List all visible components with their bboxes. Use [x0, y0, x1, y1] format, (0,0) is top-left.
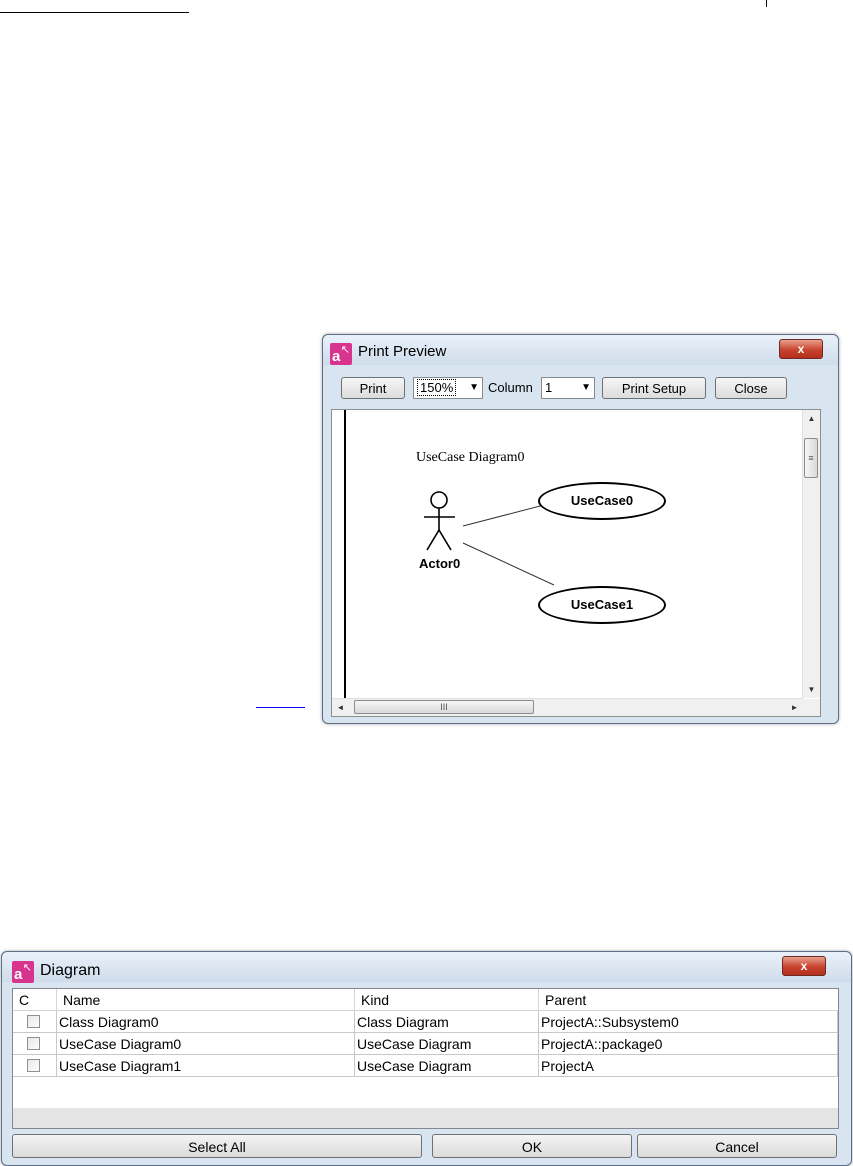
usecase-ellipse: UseCase1 — [538, 586, 666, 624]
window-title: Print Preview — [358, 343, 447, 360]
row-checkbox[interactable] — [27, 1059, 40, 1072]
table-row[interactable]: UseCase Diagram1 UseCase Diagram Project… — [13, 1055, 838, 1077]
print-button[interactable]: Print — [341, 377, 405, 399]
scroll-corner — [803, 699, 820, 716]
checkbox-cell — [13, 1033, 57, 1055]
print-preview-window: a ↖ Print Preview x Print 150% ▼ Column 1… — [322, 334, 839, 724]
preview-canvas[interactable]: UseCase Diagram0 Actor0 UseCase0 UseCase… — [331, 409, 821, 717]
table-row[interactable]: UseCase Diagram0 UseCase Diagram Project… — [13, 1033, 838, 1055]
column-header[interactable]: Kind — [355, 989, 539, 1010]
print-preview-toolbar: Print 150% ▼ Column 1 ▼ Print Setup Clos… — [331, 369, 830, 405]
scroll-thumb[interactable]: III — [354, 700, 534, 714]
table-row[interactable]: Class Diagram0 Class Diagram ProjectA::S… — [13, 1011, 838, 1033]
close-icon[interactable]: x — [779, 339, 823, 359]
select-all-button[interactable]: Select All — [12, 1134, 422, 1158]
kind-cell: UseCase Diagram — [355, 1055, 539, 1077]
diagram-table: C Name Kind Parent Class Diagram0 Class … — [12, 988, 839, 1129]
scroll-down-icon[interactable]: ▼ — [803, 681, 820, 698]
diagram-titlebar[interactable]: a ↖ Diagram x — [2, 952, 851, 983]
table-footer — [13, 1108, 838, 1128]
window-title: Diagram — [40, 962, 101, 979]
name-cell: Class Diagram0 — [57, 1011, 355, 1033]
row-checkbox[interactable] — [27, 1015, 40, 1028]
row-checkbox[interactable] — [27, 1037, 40, 1050]
top-rule — [0, 12, 189, 13]
diagram-dialog: a ↖ Diagram x C Name Kind Parent Class Di… — [1, 951, 852, 1166]
column-value: 1 — [545, 380, 553, 395]
zoom-select[interactable]: 150% ▼ — [413, 377, 483, 399]
checkbox-cell — [13, 1055, 57, 1077]
close-button[interactable]: Close — [715, 377, 787, 399]
association-lines — [462, 504, 555, 586]
print-preview-titlebar[interactable]: a ↖ Print Preview x — [323, 335, 838, 365]
zoom-value: 150% — [417, 379, 457, 396]
close-icon[interactable]: x — [782, 956, 826, 976]
column-header[interactable]: Name — [57, 989, 355, 1010]
name-cell: UseCase Diagram1 — [57, 1055, 355, 1077]
chevron-down-icon: ▼ — [469, 382, 479, 393]
scroll-right-icon[interactable]: ► — [786, 699, 803, 716]
app-logo-icon: a ↖ — [12, 961, 34, 983]
vertical-scrollbar[interactable]: ▲ ≡ ▼ — [802, 410, 820, 698]
horizontal-scrollbar[interactable]: ◄ III ► — [332, 698, 803, 716]
chevron-down-icon: ▼ — [581, 382, 591, 393]
kind-cell: UseCase Diagram — [355, 1033, 539, 1055]
usecase-ellipse: UseCase0 — [538, 482, 666, 520]
column-header[interactable]: Parent — [539, 989, 838, 1010]
ok-button[interactable]: OK — [432, 1134, 632, 1158]
column-select[interactable]: 1 ▼ — [541, 377, 595, 399]
print-setup-button[interactable]: Print Setup — [602, 377, 706, 399]
kind-cell: Class Diagram — [355, 1011, 539, 1033]
scroll-left-icon[interactable]: ◄ — [332, 699, 349, 716]
top-right-mark — [766, 0, 767, 7]
cancel-button[interactable]: Cancel — [637, 1134, 837, 1158]
parent-cell: ProjectA — [539, 1055, 838, 1077]
column-label: Column — [488, 380, 533, 395]
name-cell: UseCase Diagram0 — [57, 1033, 355, 1055]
table-header: C Name Kind Parent — [13, 989, 838, 1011]
app-logo-icon: a ↖ — [330, 343, 352, 365]
parent-cell: ProjectA::package0 — [539, 1033, 838, 1055]
scroll-thumb[interactable]: ≡ — [804, 438, 818, 478]
checkbox-cell — [13, 1011, 57, 1033]
scroll-up-icon[interactable]: ▲ — [803, 410, 820, 427]
parent-cell: ProjectA::Subsystem0 — [539, 1011, 838, 1033]
column-header[interactable]: C — [13, 989, 57, 1010]
hyperlink-underline[interactable] — [256, 707, 305, 708]
